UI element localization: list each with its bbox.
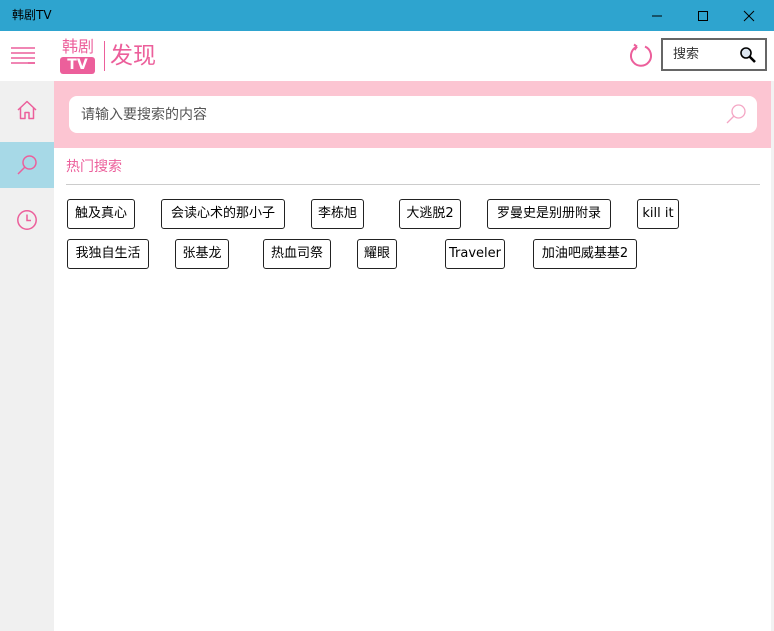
sidebar-item-history[interactable] [0, 197, 54, 243]
hot-search-title: 热门搜索 [66, 159, 122, 175]
hot-tag[interactable]: 张基龙 [175, 239, 229, 269]
search-banner [54, 81, 774, 148]
hot-tag[interactable]: Traveler [445, 239, 505, 269]
minimize-button[interactable] [634, 0, 680, 31]
hot-tag[interactable]: 会读心术的那小子 [161, 199, 285, 229]
search-input[interactable] [81, 96, 701, 133]
hot-tag[interactable]: kill it [637, 199, 679, 229]
refresh-icon [630, 43, 652, 67]
home-icon [17, 100, 37, 120]
hot-tag[interactable]: 罗曼史是别册附录 [487, 199, 611, 229]
hot-tag[interactable]: 触及真心 [67, 199, 135, 229]
sidebar-item-home[interactable] [0, 87, 54, 133]
search-icon [17, 155, 37, 175]
maximize-button[interactable] [680, 0, 726, 31]
minimize-icon [652, 15, 662, 16]
magnifier-icon[interactable] [739, 46, 757, 64]
sidebar [0, 81, 54, 631]
header-divider [104, 41, 105, 71]
app-header: 韩剧 TV 发现 搜索 [0, 31, 774, 81]
title-bar: 韩剧TV [0, 0, 774, 31]
hot-search-divider [66, 184, 760, 185]
hot-tag[interactable]: 大逃脱2 [399, 199, 461, 229]
close-icon [743, 10, 755, 21]
maximize-icon [698, 10, 708, 21]
search-submit-icon[interactable] [725, 103, 747, 125]
sidebar-item-search[interactable] [0, 142, 54, 188]
header-search-box[interactable]: 搜索 [661, 38, 767, 71]
refresh-button[interactable] [628, 43, 654, 69]
header-search-label: 搜索 [673, 47, 700, 62]
hot-tag[interactable]: 加油吧威基基2 [533, 239, 637, 269]
logo-text-top: 韩剧 [61, 37, 94, 56]
app-logo: 韩剧 TV [59, 38, 97, 75]
main-search-box [69, 96, 757, 133]
window-title: 韩剧TV [12, 8, 52, 22]
close-button[interactable] [726, 0, 772, 31]
history-icon [17, 210, 37, 230]
logo-text-tv: TV [60, 57, 95, 74]
hot-tag[interactable]: 热血司祭 [263, 239, 331, 269]
hot-tag[interactable]: 李栋旭 [311, 199, 364, 229]
app-window: 韩剧TV 韩剧 TV 发现 搜索 请输入要搜索的内容 热门搜索 触及真心 会读心… [0, 0, 774, 631]
hamburger-menu-icon [11, 47, 35, 64]
page-title: 发现 [110, 43, 156, 69]
menu-button[interactable] [8, 44, 38, 68]
hot-tag[interactable]: 耀眼 [357, 239, 397, 269]
hot-tag[interactable]: 我独自生活 [67, 239, 149, 269]
